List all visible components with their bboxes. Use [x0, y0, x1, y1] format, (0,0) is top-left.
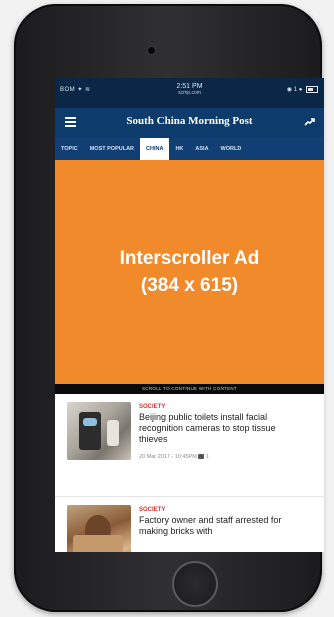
article-meta: 20 Mar 2017 - 10:45PM 1 [139, 454, 209, 460]
status-time: 2:51 PM [176, 83, 203, 90]
ad-size: (384 x 615) [140, 275, 239, 296]
tab-most-popular[interactable]: MOST POPULAR [84, 138, 140, 160]
list-item[interactable]: SOCIETY Factory owner and staff arrested… [55, 497, 324, 552]
brand-logo[interactable]: South China Morning Post [55, 115, 324, 127]
phone-screen: BOM ✦ ≋ 2:51 PM scmp.com ◉ 1 ● South Chi… [55, 78, 324, 552]
article-date: 20 Mar 2017 - 10:45PM [139, 454, 197, 460]
tab-topic[interactable]: TOPIC [55, 138, 84, 160]
status-bar: BOM ✦ ≋ 2:51 PM scmp.com ◉ 1 ● [55, 78, 324, 108]
ad-title: Interscroller Ad [119, 248, 260, 269]
home-button[interactable] [172, 561, 218, 607]
article-thumbnail[interactable] [67, 402, 131, 460]
phone-frame: BOM ✦ ≋ 2:51 PM scmp.com ◉ 1 ● South Chi… [14, 4, 324, 612]
article-thumbnail[interactable] [67, 505, 131, 552]
article-headline[interactable]: Factory owner and staff arrested for mak… [139, 515, 305, 537]
status-url: scmp.com [178, 90, 201, 96]
interscroller-ad[interactable]: Interscroller Ad (384 x 615) [55, 160, 324, 384]
tab-world[interactable]: WORLD [215, 138, 248, 160]
status-right: ◉ 1 ● [287, 86, 318, 93]
article-category[interactable]: SOCIETY [139, 507, 165, 513]
list-item[interactable]: SOCIETY Beijing public toilets install f… [55, 394, 324, 497]
camera-icon [147, 46, 156, 55]
ad-scroll-hint: SCROLL TO CONTINUE WITH CONTENT [55, 384, 324, 394]
section-tabs: TOPIC MOST POPULAR CHINA HK ASIA WORLD [55, 138, 324, 160]
header: South China Morning Post [55, 108, 324, 138]
tab-hk[interactable]: HK [169, 138, 189, 160]
battery-icon [306, 86, 318, 93]
status-icons: ◉ 1 ● [286, 87, 303, 94]
trending-icon[interactable] [304, 117, 316, 127]
article-headline[interactable]: Beijing public toilets install facial re… [139, 412, 305, 445]
status-center: 2:51 PM scmp.com [55, 83, 324, 96]
tab-asia[interactable]: ASIA [189, 138, 214, 160]
comment-icon [198, 454, 205, 460]
tab-china[interactable]: CHINA [140, 138, 170, 160]
comment-count: 1 [205, 454, 209, 460]
article-category[interactable]: SOCIETY [139, 404, 165, 410]
